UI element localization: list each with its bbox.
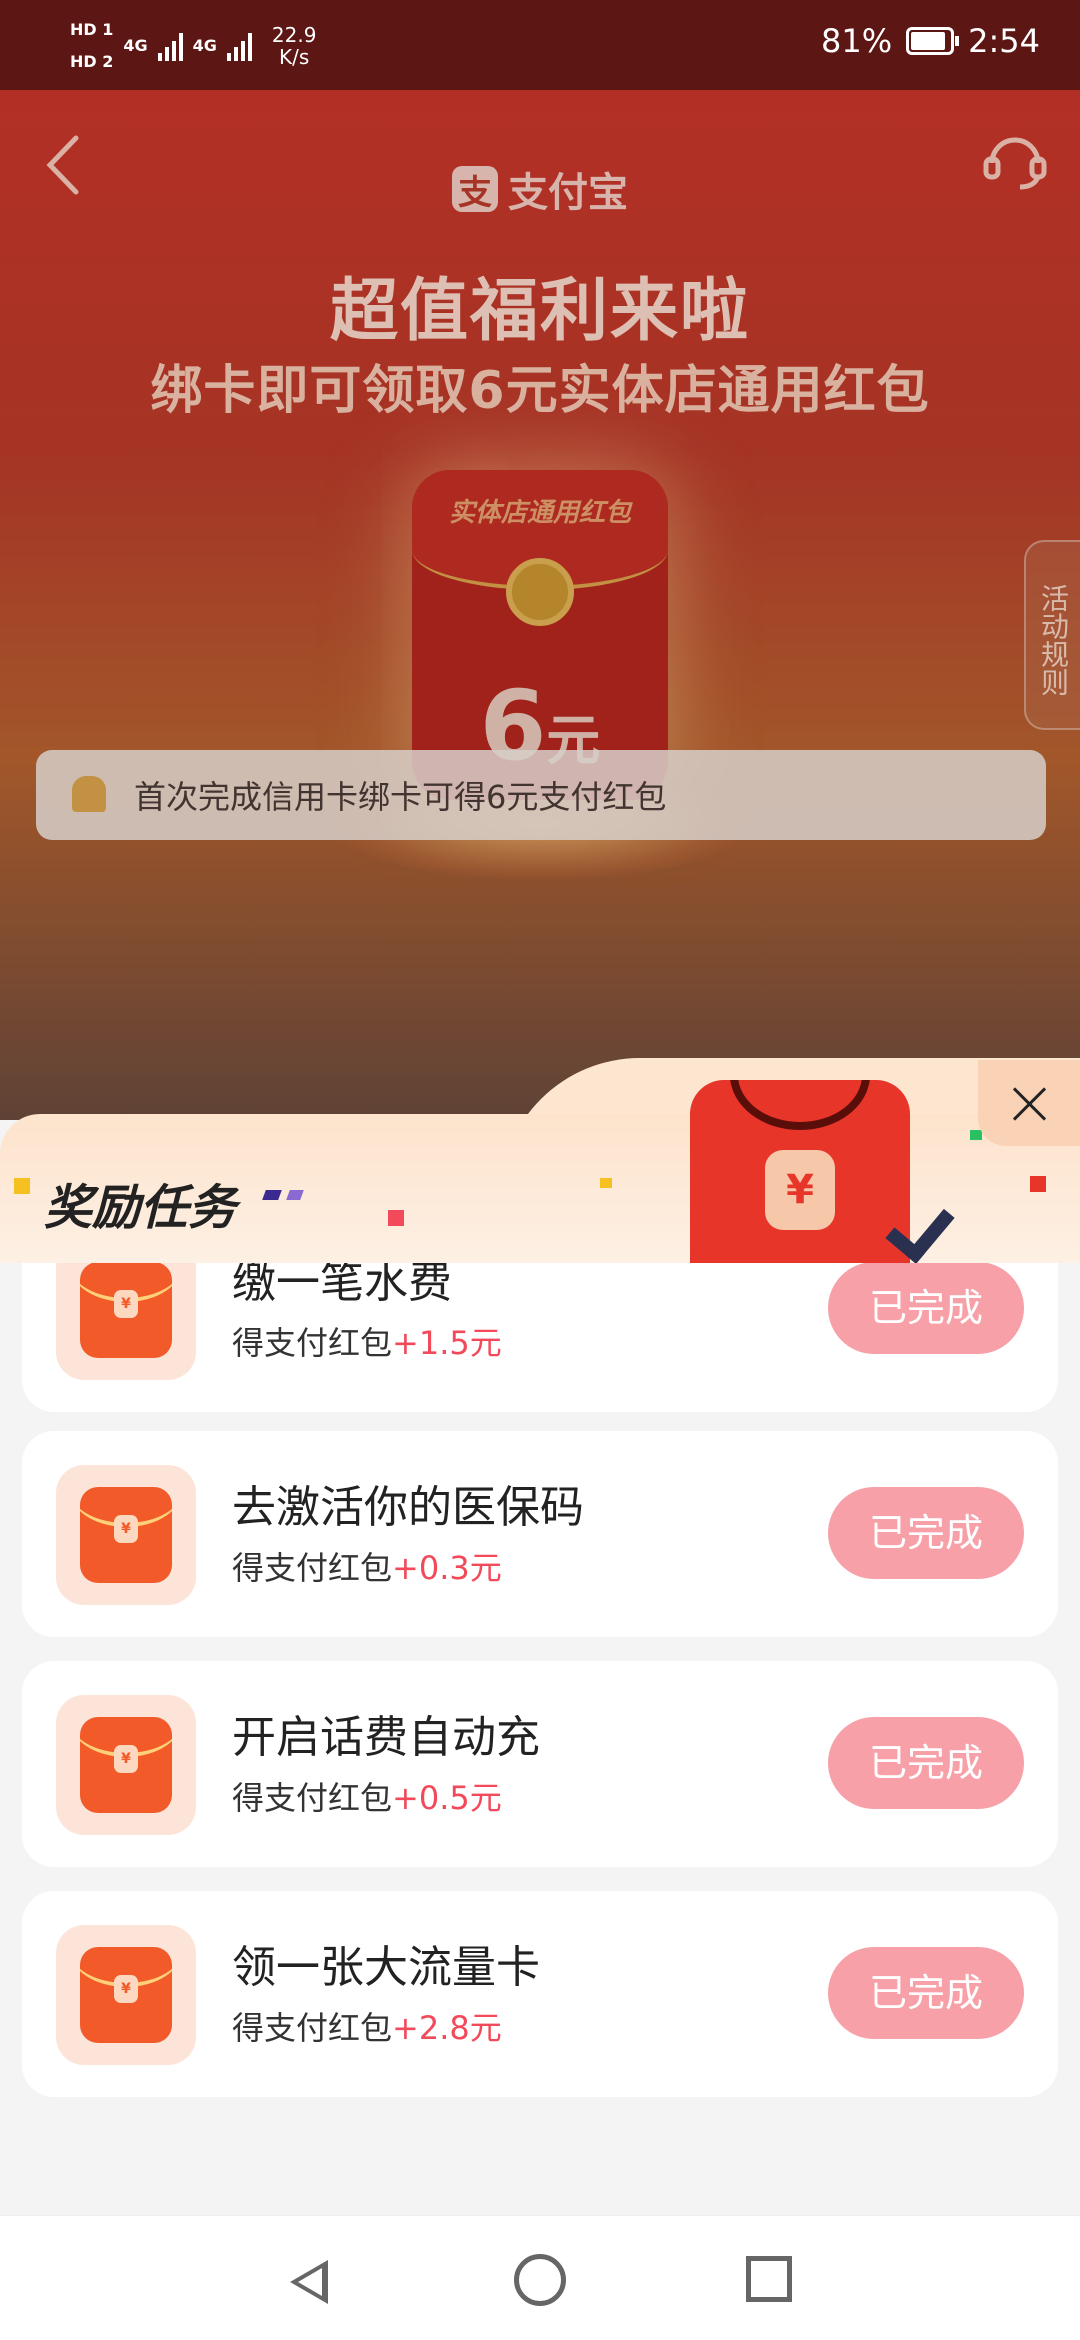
network-type-1: 4G	[123, 36, 148, 55]
status-bar: HD 1 HD 2 4G 4G 22.9 K/s 81% 2:54	[0, 0, 1080, 90]
network-type-2: 4G	[192, 36, 217, 55]
confetti-decoration	[970, 1130, 982, 1140]
task-reward: 得支付红包+0.5元	[232, 1779, 502, 1817]
sim2-label: HD 2	[70, 52, 114, 71]
close-icon[interactable]	[978, 1060, 1080, 1146]
task-list: ¥ 缴一笔水费 得支付红包+1.5元 已完成 ¥ 去激活你的医保码 得支付红包+…	[0, 1263, 1080, 2215]
battery-icon	[906, 27, 960, 55]
reward-tasks-sheet-header: ¥ 奖励任务	[0, 1058, 1080, 1270]
nav-back-icon[interactable]	[290, 2260, 328, 2304]
task-card: ¥ 领一张大流量卡 得支付红包+2.8元 已完成	[22, 1891, 1058, 2097]
task-reward: 得支付红包+1.5元	[232, 1324, 502, 1362]
task-card: ¥ 缴一笔水费 得支付红包+1.5元 已完成	[22, 1263, 1058, 1412]
task-title: 去激活你的医保码	[232, 1482, 584, 1533]
completed-button[interactable]: 已完成	[828, 1947, 1024, 2039]
nav-recents-icon[interactable]	[746, 2256, 792, 2302]
task-envelope-icon: ¥	[56, 1695, 196, 1835]
sim1-label: HD 1	[70, 20, 114, 39]
red-envelope-icon: ¥	[690, 1080, 910, 1270]
speed-unit: K/s	[279, 45, 310, 69]
task-envelope-icon: ¥	[56, 1465, 196, 1605]
sheet-title: 奖励任务	[44, 1180, 237, 1236]
confetti-decoration	[600, 1178, 612, 1188]
task-title: 缴一笔水费	[232, 1263, 452, 1308]
task-card: ¥ 开启话费自动充 得支付红包+0.5元 已完成	[22, 1661, 1058, 1867]
yuan-badge: ¥	[765, 1150, 835, 1230]
task-title: 开启话费自动充	[232, 1712, 540, 1763]
system-nav-bar	[0, 2215, 1080, 2340]
task-reward: 得支付红包+2.8元	[232, 2009, 502, 2047]
task-envelope-icon: ¥	[56, 1925, 196, 2065]
completed-button[interactable]: 已完成	[828, 1717, 1024, 1809]
task-card: ¥ 去激活你的医保码 得支付红包+0.3元 已完成	[22, 1431, 1058, 1637]
nav-home-icon[interactable]	[514, 2254, 566, 2306]
signal-icon-2	[226, 31, 252, 61]
battery-percent: 81%	[821, 22, 893, 60]
speed-value: 22.9	[271, 23, 317, 47]
completed-button[interactable]: 已完成	[828, 1487, 1024, 1579]
task-reward: 得支付红包+0.3元	[232, 1549, 502, 1587]
confetti-decoration	[388, 1210, 404, 1226]
completed-button[interactable]: 已完成	[828, 1263, 1024, 1354]
signal-icon	[157, 31, 183, 61]
clock: 2:54	[968, 22, 1040, 60]
confetti-decoration	[1030, 1176, 1046, 1192]
promo-page: 支 支付宝 超值福利来啦 绑卡即可领取6元实体店通用红包 实体店通用红包 6元 …	[0, 90, 1080, 1120]
network-indicators: HD 1 HD 2 4G 4G 22.9 K/s	[70, 14, 316, 78]
task-envelope-icon: ¥	[56, 1263, 196, 1380]
confetti-decoration	[14, 1178, 30, 1194]
network-speed: 22.9 K/s	[272, 24, 317, 68]
task-title: 领一张大流量卡	[232, 1942, 540, 1993]
